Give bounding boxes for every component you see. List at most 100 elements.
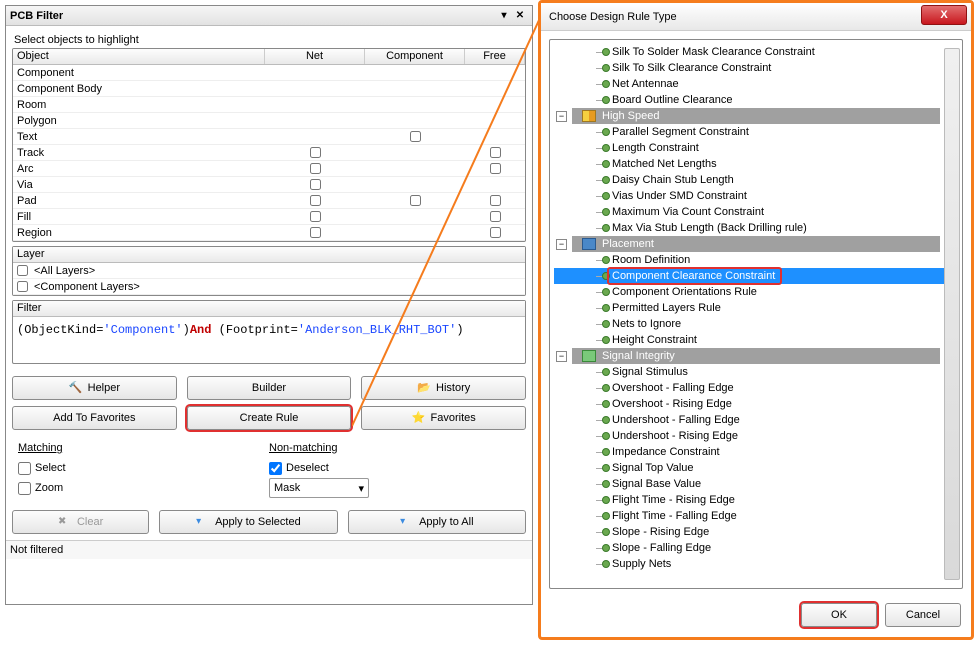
layer-row[interactable]: <All Layers>	[13, 263, 525, 279]
object-row[interactable]: Room	[13, 97, 525, 113]
collapse-icon[interactable]: −	[556, 351, 567, 362]
object-row[interactable]: Text	[13, 129, 525, 145]
rule-icon	[602, 64, 610, 72]
create-rule-button[interactable]: Create Rule	[187, 406, 352, 430]
filter-expression[interactable]: (ObjectKind='Component')And (Footprint='…	[17, 321, 521, 357]
object-checkbox[interactable]	[310, 227, 321, 238]
layer-row[interactable]: <Component Layers>	[13, 279, 525, 295]
layer-checkbox[interactable]	[17, 281, 28, 292]
clear-button[interactable]: Clear	[12, 510, 149, 534]
tree-item[interactable]: Nets to Ignore	[554, 316, 958, 332]
tree-item[interactable]: Signal Stimulus	[554, 364, 958, 380]
tree-item[interactable]: Board Outline Clearance	[554, 92, 958, 108]
tree-item[interactable]: Silk To Silk Clearance Constraint	[554, 60, 958, 76]
tree-item[interactable]: Maximum Via Count Constraint	[554, 204, 958, 220]
layer-checkbox[interactable]	[17, 265, 28, 276]
object-checkbox[interactable]	[490, 163, 501, 174]
ok-button[interactable]: OK	[801, 603, 877, 627]
tree-item[interactable]: Permitted Layers Rule	[554, 300, 958, 316]
builder-button[interactable]: Builder	[187, 376, 352, 400]
collapse-icon[interactable]: −	[556, 111, 567, 122]
object-checkbox[interactable]	[310, 163, 321, 174]
apply-to-all-button[interactable]: Apply to All	[348, 510, 526, 534]
matching-zoom-label: Zoom	[35, 482, 63, 494]
dialog-close-button[interactable]: X	[921, 5, 967, 25]
object-row[interactable]: Component	[13, 65, 525, 81]
object-checkbox[interactable]	[490, 195, 501, 206]
object-checkbox[interactable]	[490, 211, 501, 222]
tree-item[interactable]: Supply Nets	[554, 556, 958, 572]
matching-zoom-checkbox[interactable]	[18, 482, 31, 495]
pin-icon[interactable]: ▾	[496, 8, 512, 24]
ok-label: OK	[831, 609, 847, 621]
favorites-button[interactable]: Favorites	[361, 406, 526, 430]
tree-item[interactable]: Signal Base Value	[554, 476, 958, 492]
tree-item[interactable]: Flight Time - Rising Edge	[554, 492, 958, 508]
object-checkbox[interactable]	[410, 131, 421, 142]
tree-item[interactable]: Room Definition	[554, 252, 958, 268]
apply-to-selected-button[interactable]: Apply to Selected	[159, 510, 337, 534]
tree-item[interactable]: Signal Top Value	[554, 460, 958, 476]
object-row[interactable]: Polygon	[13, 113, 525, 129]
tree-item[interactable]: Slope - Rising Edge	[554, 524, 958, 540]
object-checkbox[interactable]	[310, 147, 321, 158]
tree-item[interactable]: Daisy Chain Stub Length	[554, 172, 958, 188]
tree-item[interactable]: Height Constraint	[554, 332, 958, 348]
object-checkbox[interactable]	[490, 227, 501, 238]
object-checkbox[interactable]	[490, 147, 501, 158]
object-row[interactable]: Track	[13, 145, 525, 161]
tree-item[interactable]: Length Constraint	[554, 140, 958, 156]
tree-item[interactable]: Net Antennae	[554, 76, 958, 92]
col-object[interactable]: Object	[13, 49, 265, 64]
tree-item[interactable]: Slope - Falling Edge	[554, 540, 958, 556]
rule-icon	[602, 144, 610, 152]
tree-item[interactable]: Overshoot - Rising Edge	[554, 396, 958, 412]
tree-item[interactable]: Undershoot - Rising Edge	[554, 428, 958, 444]
choose-rule-dialog: Choose Design Rule Type X Silk To Solder…	[538, 0, 974, 640]
object-checkbox[interactable]	[310, 179, 321, 190]
tree-category[interactable]: −High Speed	[572, 108, 940, 124]
tree-item[interactable]: Component Orientations Rule	[554, 284, 958, 300]
rule-icon	[602, 80, 610, 88]
object-checkbox[interactable]	[310, 195, 321, 206]
tree-item[interactable]: Max Via Stub Length (Back Drilling rule)	[554, 220, 958, 236]
object-checkbox[interactable]	[410, 195, 421, 206]
tree-item[interactable]: Matched Net Lengths	[554, 156, 958, 172]
nonmatching-deselect-checkbox[interactable]	[269, 462, 282, 475]
object-row[interactable]: Component Body	[13, 81, 525, 97]
object-row[interactable]: Via	[13, 177, 525, 193]
col-free[interactable]: Free	[465, 49, 525, 64]
history-button[interactable]: History	[361, 376, 526, 400]
add-to-favorites-button[interactable]: Add To Favorites	[12, 406, 177, 430]
object-row[interactable]: Arc	[13, 161, 525, 177]
tree-category[interactable]: −Signal Integrity	[572, 348, 940, 364]
col-net[interactable]: Net	[265, 49, 365, 64]
matching-select-checkbox[interactable]	[18, 462, 31, 475]
col-component[interactable]: Component	[365, 49, 465, 64]
tree-category[interactable]: −Placement	[572, 236, 940, 252]
close-icon[interactable]: ✕	[512, 8, 528, 24]
tree-item-label: Slope - Falling Edge	[612, 542, 711, 554]
tree-item[interactable]: Impedance Constraint	[554, 444, 958, 460]
tree-item[interactable]: Parallel Segment Constraint	[554, 124, 958, 140]
tree-item[interactable]: Component Clearance Constraint	[554, 268, 958, 284]
cancel-button[interactable]: Cancel	[885, 603, 961, 627]
tree-item[interactable]: Undershoot - Falling Edge	[554, 412, 958, 428]
rule-tree[interactable]: Silk To Solder Mask Clearance Constraint…	[549, 39, 963, 589]
object-check-cell	[265, 179, 365, 190]
mask-select[interactable]: Mask ▾	[269, 478, 369, 498]
collapse-icon[interactable]: −	[556, 239, 567, 250]
cancel-label: Cancel	[906, 609, 940, 621]
tree-item[interactable]: Vias Under SMD Constraint	[554, 188, 958, 204]
layer-header[interactable]: Layer	[13, 247, 525, 263]
tree-item[interactable]: Silk To Solder Mask Clearance Constraint	[554, 44, 958, 60]
object-row[interactable]: Region	[13, 225, 525, 241]
object-checkbox[interactable]	[310, 211, 321, 222]
category-label: Signal Integrity	[602, 350, 675, 362]
object-row[interactable]: Fill	[13, 209, 525, 225]
object-row[interactable]: Pad	[13, 193, 525, 209]
tree-item[interactable]: Overshoot - Falling Edge	[554, 380, 958, 396]
helper-button[interactable]: Helper	[12, 376, 177, 400]
tree-item[interactable]: Flight Time - Falling Edge	[554, 508, 958, 524]
object-name: Component Body	[13, 83, 265, 95]
